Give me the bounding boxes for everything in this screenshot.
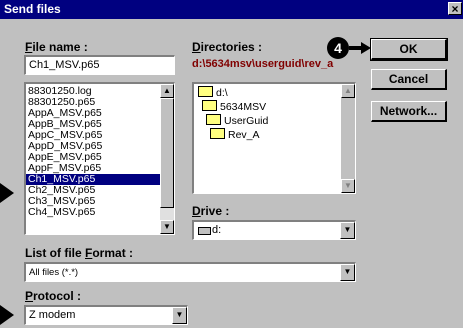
window-title: Send files (4, 2, 61, 16)
pointer-arrow-icon (0, 183, 14, 203)
directory-scrollbar[interactable]: ▲ ▼ (341, 84, 355, 193)
protocol-label: Protocol : (25, 289, 82, 303)
pointer-arrow-icon (0, 305, 14, 325)
open-folder-icon (202, 100, 217, 111)
file-list-scrollbar[interactable]: ▲ ▼ (160, 84, 174, 234)
file-list-items: 88301250.log 88301250.p65 AppA_MSV.p65 AppB… (26, 86, 160, 218)
protocol-value: Z modem (29, 309, 76, 321)
callout-badge: 4 (327, 37, 349, 59)
drive-label: Drive : (192, 204, 230, 218)
scroll-down-icon[interactable]: ▼ (341, 179, 355, 193)
protocol-select[interactable]: Z modem ▼ (24, 305, 188, 325)
file-name-label: File name : (25, 40, 88, 54)
open-folder-icon (198, 86, 213, 97)
scroll-up-icon[interactable]: ▲ (160, 84, 174, 98)
ok-button[interactable]: OK (370, 38, 448, 61)
file-format-select[interactable]: All files (*.*) ▼ (24, 262, 356, 282)
file-format-label: List of file Format : (25, 246, 134, 260)
file-list-item[interactable]: Ch4_MSV.p65 (26, 207, 160, 218)
drive-value: d: (212, 224, 222, 236)
chevron-down-icon[interactable]: ▼ (172, 307, 187, 324)
scroll-thumb[interactable] (160, 98, 174, 208)
open-folder-icon (206, 114, 221, 125)
tree-item-root[interactable]: d:\ (198, 86, 228, 99)
file-list[interactable]: 88301250.log 88301250.p65 AppA_MSV.p65 AppB… (24, 82, 175, 235)
tree-item-rev-a[interactable]: Rev_A (210, 128, 260, 141)
title-bar: Send files × (0, 0, 463, 19)
chevron-down-icon[interactable]: ▼ (340, 222, 355, 239)
file-name-input[interactable]: Ch1_MSV.p65 (24, 55, 175, 75)
callout-arrow-icon (349, 42, 371, 54)
send-files-dialog: Send files × File name : Ch1_MSV.p65 883… (0, 0, 463, 328)
open-folder-icon (210, 128, 225, 139)
directories-label: Directories : (192, 40, 263, 54)
chevron-down-icon[interactable]: ▼ (340, 264, 355, 281)
tree-item-userguid[interactable]: UserGuid (206, 114, 268, 127)
file-name-value: Ch1_MSV.p65 (29, 59, 100, 71)
drive-icon (198, 227, 211, 235)
file-format-value: All files (*.*) (29, 267, 79, 278)
scroll-down-icon[interactable]: ▼ (160, 220, 174, 234)
directory-path: d:\5634msv\userguid\rev_a (192, 58, 334, 70)
network-button[interactable]: Network... (371, 101, 447, 122)
close-button[interactable]: × (448, 2, 462, 15)
directory-tree[interactable]: d:\ 5634MSV UserGuid Rev_A ▲ ▼ (192, 82, 356, 194)
cancel-button[interactable]: Cancel (371, 69, 447, 90)
scroll-up-icon[interactable]: ▲ (341, 84, 355, 98)
drive-select[interactable]: d: ▼ (192, 220, 356, 240)
tree-item-5634msv[interactable]: 5634MSV (202, 100, 266, 113)
